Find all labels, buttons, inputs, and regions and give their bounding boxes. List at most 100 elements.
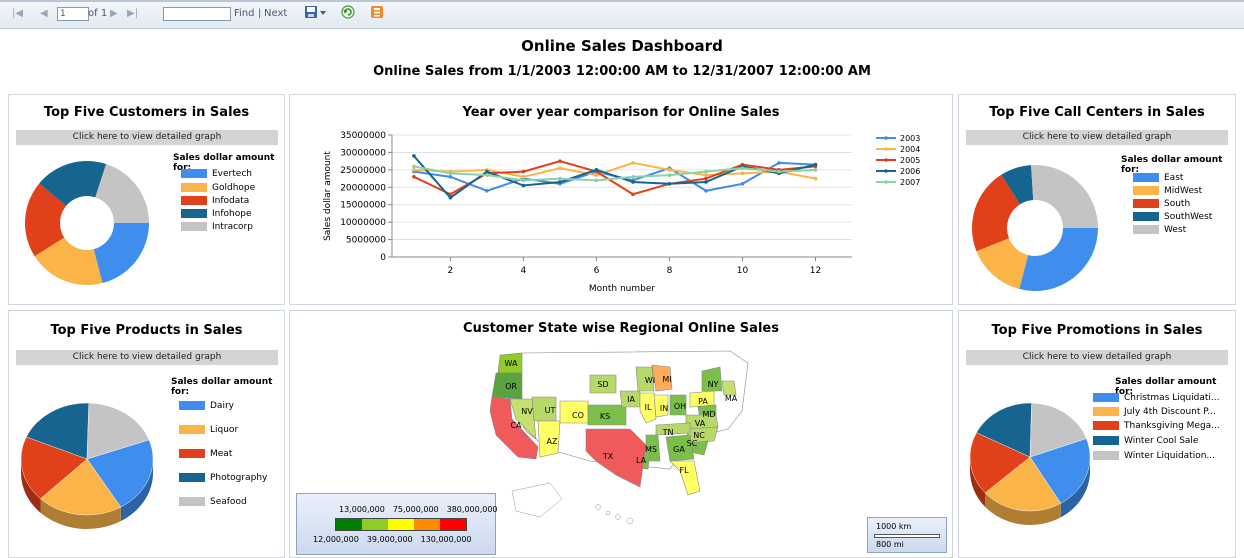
yoy-panel: Year over year comparison for Online Sal… bbox=[289, 94, 953, 305]
data-point bbox=[631, 180, 635, 184]
data-point bbox=[521, 175, 526, 179]
state-label: MI bbox=[662, 375, 671, 384]
callcenters-title: Top Five Call Centers in Sales bbox=[989, 105, 1205, 120]
products-graph-button[interactable]: Click here to view detailed graph bbox=[16, 350, 278, 365]
data-point bbox=[521, 183, 526, 188]
state-label: OR bbox=[505, 382, 517, 391]
legend-label: Dairy bbox=[210, 401, 234, 411]
state-label: PA bbox=[698, 397, 708, 406]
legend-label: Evertech bbox=[212, 169, 252, 179]
data-point bbox=[704, 180, 708, 184]
data-point bbox=[777, 169, 781, 174]
legend-value: 75,000,000 bbox=[392, 505, 439, 514]
legend-item: East bbox=[1133, 173, 1183, 183]
state-label: SC bbox=[687, 439, 698, 448]
legend-label: Meat bbox=[210, 449, 233, 459]
state-label: IA bbox=[627, 395, 635, 404]
legend-swatch bbox=[1133, 173, 1159, 182]
products-pie-chart bbox=[20, 402, 154, 529]
legend-item: West bbox=[1133, 225, 1186, 235]
data-point bbox=[740, 171, 745, 176]
legend-value: 13,000,000 bbox=[339, 505, 385, 514]
y-tick-label: 15000000 bbox=[340, 201, 386, 211]
map-color-legend: 13,000,000 75,000,000 380,000,000 12,000… bbox=[296, 493, 498, 555]
legend-label: Goldhope bbox=[212, 183, 256, 193]
data-point bbox=[704, 188, 708, 193]
legend-label: 2007 bbox=[900, 178, 920, 187]
next-page-icon[interactable]: ▶ bbox=[110, 8, 118, 19]
legend-item: South bbox=[1133, 199, 1190, 209]
data-point bbox=[558, 176, 562, 181]
legend-swatch bbox=[1133, 212, 1159, 221]
next-link[interactable]: Next bbox=[264, 8, 287, 19]
legend-item: July 4th Discount P... bbox=[1093, 407, 1216, 417]
page-number-input[interactable]: 1 bbox=[57, 7, 89, 21]
legend-color-step bbox=[414, 519, 440, 530]
donut-slice-west bbox=[1031, 165, 1098, 228]
x-tick-label: 6 bbox=[594, 266, 600, 276]
legend-swatch bbox=[1093, 421, 1119, 430]
x-tick-label: 4 bbox=[521, 266, 527, 276]
data-point bbox=[813, 162, 818, 167]
legend-swatch bbox=[1133, 186, 1159, 195]
data-point bbox=[667, 182, 672, 186]
products-title: Top Five Products in Sales bbox=[50, 323, 243, 338]
legend-label: Intracorp bbox=[212, 222, 253, 232]
legend-color-step bbox=[440, 519, 466, 530]
legend-swatch bbox=[181, 222, 207, 231]
legend-label: 2006 bbox=[900, 167, 920, 176]
legend-swatch bbox=[181, 196, 207, 205]
data-point bbox=[485, 188, 489, 193]
legend-swatch bbox=[181, 209, 207, 218]
data-point bbox=[594, 168, 599, 172]
state-label: NY bbox=[708, 380, 719, 389]
map-panel: Customer State wise Regional Online Sale… bbox=[289, 310, 953, 558]
data-point bbox=[813, 168, 818, 172]
state-label: FL bbox=[679, 466, 689, 475]
legend-swatch bbox=[179, 425, 205, 434]
state-label: IL bbox=[645, 403, 652, 412]
legend-item: Winter Liquidation... bbox=[1093, 451, 1215, 461]
legend-label: Seafood bbox=[210, 497, 247, 507]
state-label: MD bbox=[702, 410, 715, 419]
dashboard-title: Online Sales Dashboard bbox=[521, 37, 723, 55]
previous-page-icon[interactable]: ◀ bbox=[40, 8, 48, 19]
legend-item: Dairy bbox=[179, 401, 234, 411]
data-point bbox=[412, 164, 416, 169]
find-link[interactable]: Find bbox=[234, 8, 255, 19]
print-layout-icon[interactable] bbox=[370, 5, 384, 22]
x-tick-label: 12 bbox=[810, 266, 821, 276]
legend-item: Meat bbox=[179, 449, 232, 459]
legend-item: Photography bbox=[179, 473, 267, 483]
products-panel: Top Five Products in Sales Click here to… bbox=[8, 310, 285, 558]
y-tick-label: 35000000 bbox=[340, 131, 386, 141]
find-input[interactable] bbox=[163, 7, 231, 21]
data-point bbox=[412, 154, 416, 158]
legend-marker bbox=[884, 136, 888, 140]
x-tick-label: 8 bbox=[667, 266, 673, 276]
legend-label: SouthWest bbox=[1164, 212, 1213, 222]
last-page-icon[interactable]: ▶| bbox=[127, 8, 138, 19]
data-point bbox=[631, 175, 635, 179]
toolbar-top-line bbox=[0, 0, 1244, 2]
state-label: TX bbox=[602, 452, 614, 461]
legend-color-step bbox=[336, 519, 362, 530]
promotions-graph-button[interactable]: Click here to view detailed graph bbox=[966, 350, 1228, 365]
callcenters-graph-button[interactable]: Click here to view detailed graph bbox=[966, 130, 1228, 145]
state-label: CA bbox=[510, 421, 522, 430]
promotions-panel: Top Five Promotions in Sales Click here … bbox=[958, 310, 1236, 558]
export-icon[interactable] bbox=[304, 5, 328, 22]
legend-swatch bbox=[179, 497, 205, 506]
first-page-icon[interactable]: |◀ bbox=[12, 8, 23, 19]
state-label: CO bbox=[572, 411, 584, 420]
distance-mi-label: 800 mi bbox=[876, 540, 904, 549]
legend-item: Seafood bbox=[179, 497, 247, 507]
legend-label: Infodata bbox=[212, 196, 250, 206]
legend-swatch bbox=[1093, 407, 1119, 416]
refresh-icon[interactable] bbox=[341, 5, 355, 22]
legend-label: Christmas Liquidati... bbox=[1124, 393, 1220, 403]
legend-item: Infodata bbox=[181, 196, 249, 206]
legend-label: East bbox=[1164, 173, 1184, 183]
customers-graph-button[interactable]: Click here to view detailed graph bbox=[16, 130, 278, 145]
callcenters-legend-header: Sales dollar amount for: bbox=[1121, 155, 1223, 175]
